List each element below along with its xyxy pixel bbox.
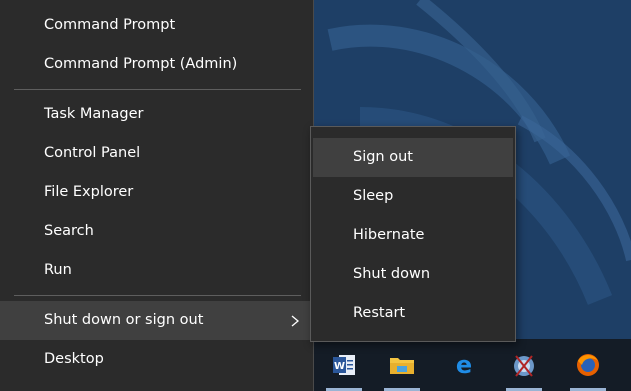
submenu-item-hibernate[interactable]: Hibernate [313,216,513,255]
svg-text:W: W [334,361,345,372]
menu-separator [14,89,301,90]
taskbar-app-edge[interactable]: e [440,339,488,391]
svg-text:e: e [456,352,472,378]
shut-down-submenu: Sign out Sleep Hibernate Shut down Resta… [310,126,516,342]
app-icon [514,355,534,377]
submenu-item-sleep[interactable]: Sleep [313,177,513,216]
menu-item-command-prompt[interactable]: Command Prompt [0,6,313,45]
submenu-item-shut-down[interactable]: Shut down [313,255,513,294]
menu-item-shut-down-or-sign-out[interactable]: Shut down or sign out [0,301,313,340]
menu-separator [14,295,301,296]
power-user-menu: Command Prompt Command Prompt (Admin) Ta… [0,0,314,391]
menu-item-label: Shut down or sign out [44,312,204,328]
edge-icon: e [456,352,472,378]
taskbar-app-firefox[interactable] [564,339,612,391]
taskbar: W e [314,339,631,391]
taskbar-app-other[interactable] [500,339,548,391]
menu-item-control-panel[interactable]: Control Panel [0,134,313,173]
taskbar-app-word[interactable]: W [320,339,368,391]
firefox-icon [577,354,599,376]
menu-item-search[interactable]: Search [0,212,313,251]
taskbar-app-file-explorer[interactable] [378,339,426,391]
menu-item-run[interactable]: Run [0,251,313,290]
menu-item-file-explorer[interactable]: File Explorer [0,173,313,212]
word-icon: W [333,355,355,375]
menu-item-desktop[interactable]: Desktop [0,340,313,379]
menu-item-command-prompt-admin[interactable]: Command Prompt (Admin) [0,45,313,84]
chevron-right-icon [291,315,300,327]
file-explorer-icon [390,358,414,374]
menu-item-task-manager[interactable]: Task Manager [0,95,313,134]
submenu-item-sign-out[interactable]: Sign out [313,138,513,177]
submenu-item-restart[interactable]: Restart [313,294,513,333]
